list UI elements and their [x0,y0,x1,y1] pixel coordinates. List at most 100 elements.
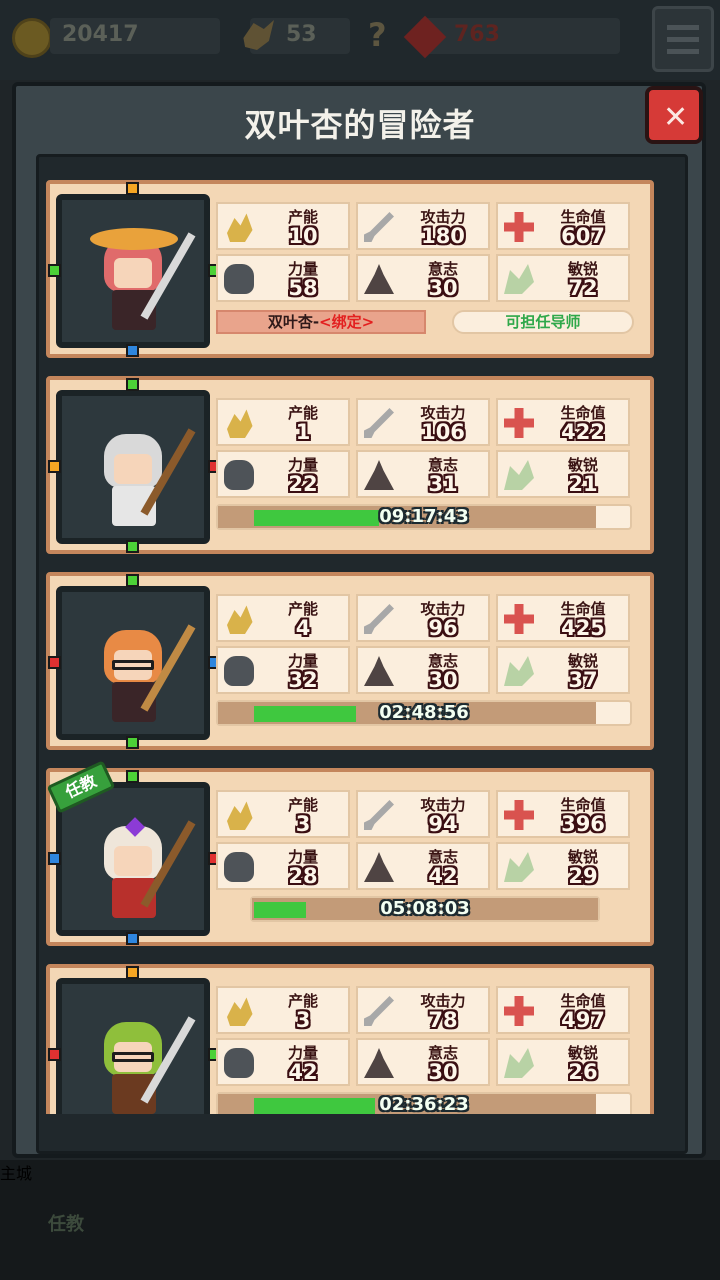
stat-agility: 敏锐 26 [496,1038,630,1086]
modal-title: 双叶杏的冒险者 [244,106,476,144]
willpower-icon [364,852,394,882]
stat-agility: 敏锐 37 [496,646,630,694]
stat-attack: 攻击力 94 [356,790,490,838]
nav-castle-label: 主城 [0,1160,720,1280]
adventurer-portrait[interactable] [56,194,210,348]
ore-amount: 53 [286,22,317,47]
adventurer-portrait[interactable] [56,586,210,740]
stat-strength: 力量 32 [216,646,350,694]
health-cross-icon [504,996,534,1026]
adventurer-list[interactable]: 产能 10 攻击力 180 生命值 607 力量 58 意志 30 敏锐 72 双叶杏-<绑… [40,170,680,1114]
stat-hp: 生命值 422 [496,398,630,446]
close-button[interactable]: ✕ [645,86,703,144]
adventurer-portrait[interactable] [56,978,210,1114]
production-icon [227,997,253,1026]
adventurer-card[interactable]: 产能 3 攻击力 78 生命值 497 力量 42 意志 30 敏锐 26 02:36:23 [46,964,654,1114]
close-icon: ✕ [663,100,689,135]
fist-icon [224,656,254,686]
stat-agility: 敏锐 72 [496,254,630,302]
progress-bar: 02:36:23 [216,1092,632,1114]
adventurer-portrait[interactable] [56,390,210,544]
mentor-eligible-label[interactable]: 可担任导师 [452,310,634,334]
willpower-icon [364,264,394,294]
socket-top [126,182,139,195]
stat-strength: 力量 22 [216,450,350,498]
production-icon [227,801,253,830]
timer-text: 05:08:03 [380,898,470,919]
stat-production: 产能 10 [216,202,350,250]
question-icon[interactable]: ? [368,16,387,54]
adventurer-sprite [94,806,196,922]
stat-production: 产能 4 [216,594,350,642]
gold-coin-icon [12,18,52,58]
agility-icon [504,1048,534,1078]
progress-bar: 05:08:03 [250,896,600,922]
willpower-icon [364,656,394,686]
stat-willpower: 意志 42 [356,842,490,890]
sword-icon [364,604,394,634]
adventurer-card[interactable]: 产能 10 攻击力 180 生命值 607 力量 58 意志 30 敏锐 72 双叶杏-<绑… [46,180,654,358]
menu-button[interactable] [652,6,714,72]
socket-top [126,770,139,783]
nav-teaching-badge: 任教 [48,1214,84,1235]
progress-bar: 02:48:56 [216,700,632,726]
stat-attack: 攻击力 180 [356,202,490,250]
socket-left [48,264,61,277]
gem-counter [420,18,620,54]
stat-attack: 攻击力 106 [356,398,490,446]
stat-agility: 敏锐 29 [496,842,630,890]
stat-willpower: 意志 30 [356,254,490,302]
socket-top [126,574,139,587]
stat-strength: 力量 28 [216,842,350,890]
stat-production: 产能 3 [216,790,350,838]
stat-hp: 生命值 607 [496,202,630,250]
socket-left [48,460,61,473]
adventurer-name-bar: 双叶杏-<绑定> [216,310,426,334]
adventurer-sprite [94,414,196,530]
socket-left [48,1048,61,1061]
socket-bottom [126,932,139,945]
timer-text: 02:48:56 [379,702,469,723]
health-cross-icon [504,604,534,634]
willpower-icon [364,1048,394,1078]
stat-production: 产能 3 [216,986,350,1034]
socket-bottom [126,540,139,553]
stat-agility: 敏锐 21 [496,450,630,498]
adventurer-sprite [94,1002,196,1114]
adventurer-card[interactable]: 产能 4 攻击力 96 生命值 425 力量 32 意志 30 敏锐 37 02:48:56 [46,572,654,750]
stat-strength: 力量 42 [216,1038,350,1086]
fist-icon [224,460,254,490]
stat-production: 产能 1 [216,398,350,446]
adventurer-card[interactable]: 产能 1 攻击力 106 生命值 422 力量 22 意志 31 敏锐 21 09:17:4… [46,376,654,554]
adventurer-portrait[interactable] [56,782,210,936]
adventurer-sprite [94,610,196,726]
progress-bar: 09:17:43 [216,504,632,530]
health-cross-icon [504,408,534,438]
agility-icon [504,264,534,294]
sword-icon [364,408,394,438]
socket-left [48,656,61,669]
top-hud: 20417 53 ? 763 [0,0,720,80]
agility-icon [504,460,534,490]
sword-icon [364,996,394,1026]
fist-icon [224,264,254,294]
production-icon [227,409,253,438]
agility-icon [504,656,534,686]
fist-icon [224,1048,254,1078]
timer-text: 09:17:43 [379,506,469,527]
stat-attack: 攻击力 78 [356,986,490,1034]
sword-icon [364,212,394,242]
sword-icon [364,800,394,830]
stat-strength: 力量 58 [216,254,350,302]
adventurer-sprite [90,218,196,334]
stat-hp: 生命值 497 [496,986,630,1034]
production-icon [227,213,253,242]
stat-willpower: 意志 31 [356,450,490,498]
agility-icon [504,852,534,882]
health-cross-icon [504,800,534,830]
socket-top [126,966,139,979]
stat-hp: 生命值 396 [496,790,630,838]
stat-willpower: 意志 30 [356,646,490,694]
adventurer-card[interactable]: 任教 产能 3 攻击力 94 生命值 396 力量 28 意志 42 敏锐 29 05:08… [46,760,654,946]
health-cross-icon [504,212,534,242]
